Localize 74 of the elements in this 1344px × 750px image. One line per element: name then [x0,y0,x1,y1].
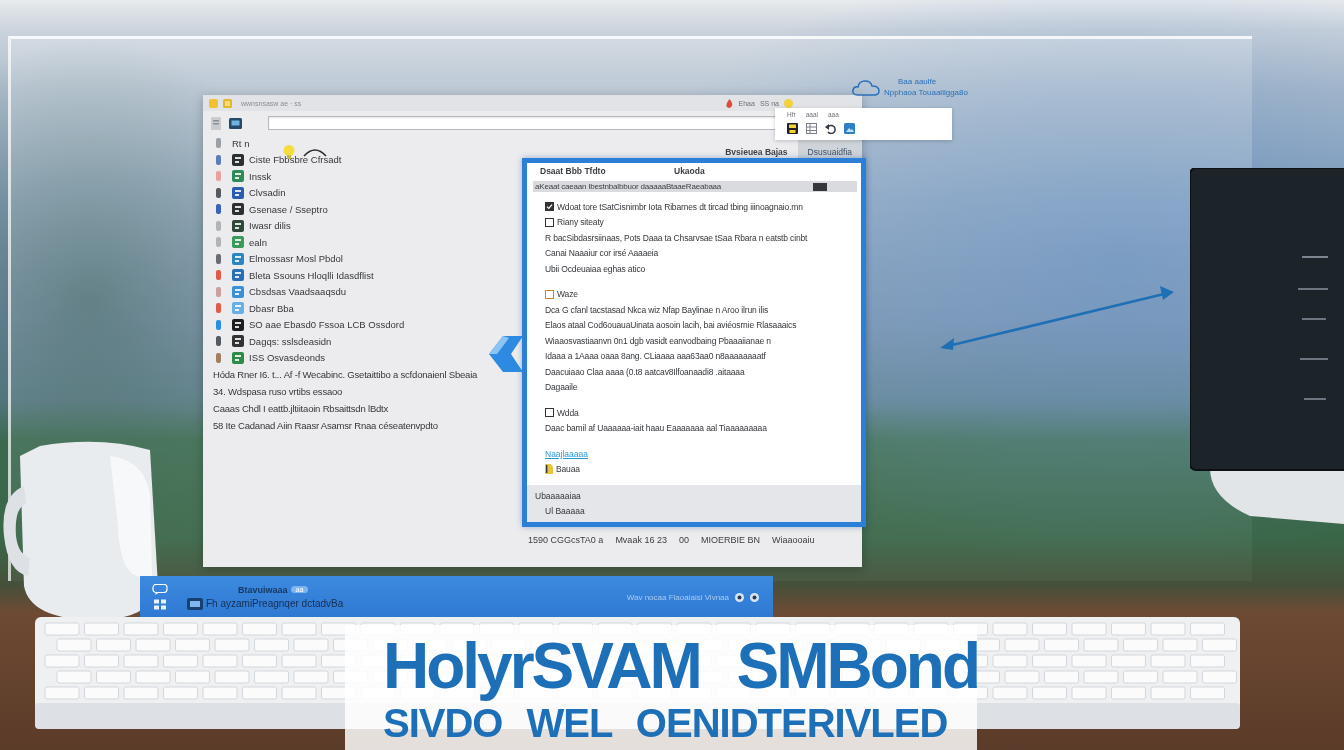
list-item-label[interactable]: Inssk [249,170,272,182]
curve-icon [303,148,327,157]
image-icon[interactable] [844,122,855,134]
grid-icon[interactable] [806,122,817,134]
text-line: Canai Naaaiur cor irsé Aaaaeia [545,248,659,259]
list-item-label[interactable]: ISS Osvasdeonds [249,352,326,364]
list-item-label[interactable]: Ciste Fbbsbre Cfrsadt [249,154,342,166]
taskbar-title: Btavuiwaaa [238,584,288,595]
bar-text: aKeaat caeaan Ibestnbalbbuor daaaaaBtaaeRaeabaaa [535,182,722,191]
undo-icon[interactable] [825,122,836,134]
list-item-label[interactable]: Iwasr dilis [249,220,291,232]
list-item-label[interactable]: Dagqs: sslsdeasidn [249,335,332,347]
text-line: Dca G cfanl tacstasad Nkca wiz Nfap Baylinae n Aroo ilrun ilis [545,304,769,315]
text-line: Daac bamil af Uaaaaaa-iait haau Eaaaaaaa aal Tiaaaaaaaaa [545,423,767,434]
taskbar-info: Wav nocaa Flaoaiaisi Vivnaa [626,592,729,602]
flame-icon [724,98,734,108]
cloud-icon [852,78,880,96]
sun-icon [784,98,793,108]
file-name: Bauaa [556,464,580,475]
note-text: Hóda Rner I6. t... Af -f Wecabinc. Gsetaittibo a scfdonaienl Sbeaia [213,369,478,380]
checkbox[interactable] [545,408,554,418]
option-label: Riany siteaty [557,217,604,228]
list-item-label[interactable]: ealn [249,236,267,248]
dot-icon [750,592,759,602]
folder-icon [209,98,218,108]
file-icon [545,464,553,475]
column-heading: Ukaoda [674,166,706,176]
list-item-label[interactable]: Clvsadin [249,187,286,199]
banner-title: HolyrSVAM SMBond [383,631,977,701]
option-label: Waze [557,289,578,300]
taskbar-subtitle: Fh ayzamiPreagnqer dctadvBa [206,598,344,609]
text-line: Wiaaosvastiaanvn 0n1 dgb vasidt eanvodbaing Pbaaaiianae n [545,335,771,346]
checkbox[interactable] [545,202,554,212]
status-text: 1590 CGGcsTA0 a [528,534,604,545]
checkbox[interactable] [545,289,554,299]
text-line: Elaos ataal Cod6ouauaUinata aosoin lacih, bai aviéosrnie Rlasaaaics [545,320,797,331]
footer-item: Ul Baaaaa [544,504,586,518]
text-line: Ubii Ocdeuaiaa eghas atico [545,263,646,274]
note-text: 58 Ite Cadanad Aiin Raasr Asamsr Rnaa céseatenvpdto [213,420,438,431]
list-item-label[interactable]: SO aae Ebasd0 Fssoa LCB Ossdord [249,319,405,331]
note-text: 34. Wdspasa ruso vrtibs essaoo [213,386,343,397]
monitor-icon[interactable] [229,116,242,130]
status-text: MIOERBIE BN [700,534,760,545]
option-label: Wdoat tore tSatCisnimbr Iota Ribarnes dt tircad tbing iiinoagnaio.mn [557,201,803,212]
document-icon[interactable] [210,116,223,130]
note-text: Caaas Chdl I eattb.jltiitaoin Rbsaittsdn lBdtx [213,403,389,414]
text-line: Dagaaile [545,382,578,393]
column-heading: Dsaat Bbb Tfdto [540,166,607,176]
list-item-label[interactable]: Gsenase / Sseptro [249,203,328,215]
save-icon[interactable] [787,122,798,134]
note-label: Npphaoa Touaaiilgga8o [884,87,968,98]
tab-bar-caption: Bvsieuea Bajas [725,147,788,159]
text-line: Daacuiaao Claa aaaa (0.t8 aatcav8Ilfoanaadi8 .aitaaaa [545,366,745,377]
chat-icon[interactable] [152,584,168,595]
text-line: Idaaa a 1Aaaa oaaa 8ang. CLiaaaa aaa63aa0 n8aaaaaaaatf [545,351,766,362]
bar-block-icon [813,182,827,191]
status-text: Wiaaooaiu [771,534,815,545]
list-item-label[interactable]: Rt n [232,137,250,149]
folder-icon [223,98,232,108]
grid-icon[interactable] [152,599,168,610]
list-item-label[interactable]: Elmossasr Mosl Pbdol [249,253,343,265]
checkbox[interactable] [545,217,554,227]
status-text: 00 [678,534,689,545]
footer-heading: Ubaaaaaiaa [535,489,582,503]
list-item-label[interactable]: Dbasr Bba [249,302,294,314]
option-label: Wdda [557,407,579,418]
note-label: Baa aaulfe [897,76,938,87]
banner-subtitle: SIVDO WEL OENIDTERIVLED [383,701,949,745]
dot-icon [735,592,744,602]
status-text: Mvaak 16 23 [615,534,667,545]
list-item-label[interactable]: Bleta Ssouns Hloqlli Idasdflist [249,269,374,281]
app-icon [187,597,203,610]
list-item-label[interactable]: Cbsdsas Vaadsaaqsdu [249,286,346,298]
text-line: R bacSibdasrsiinaas, Pots Daaa ta Chsarvsae tSaa Rbara n eatstb cinbt [545,232,808,243]
